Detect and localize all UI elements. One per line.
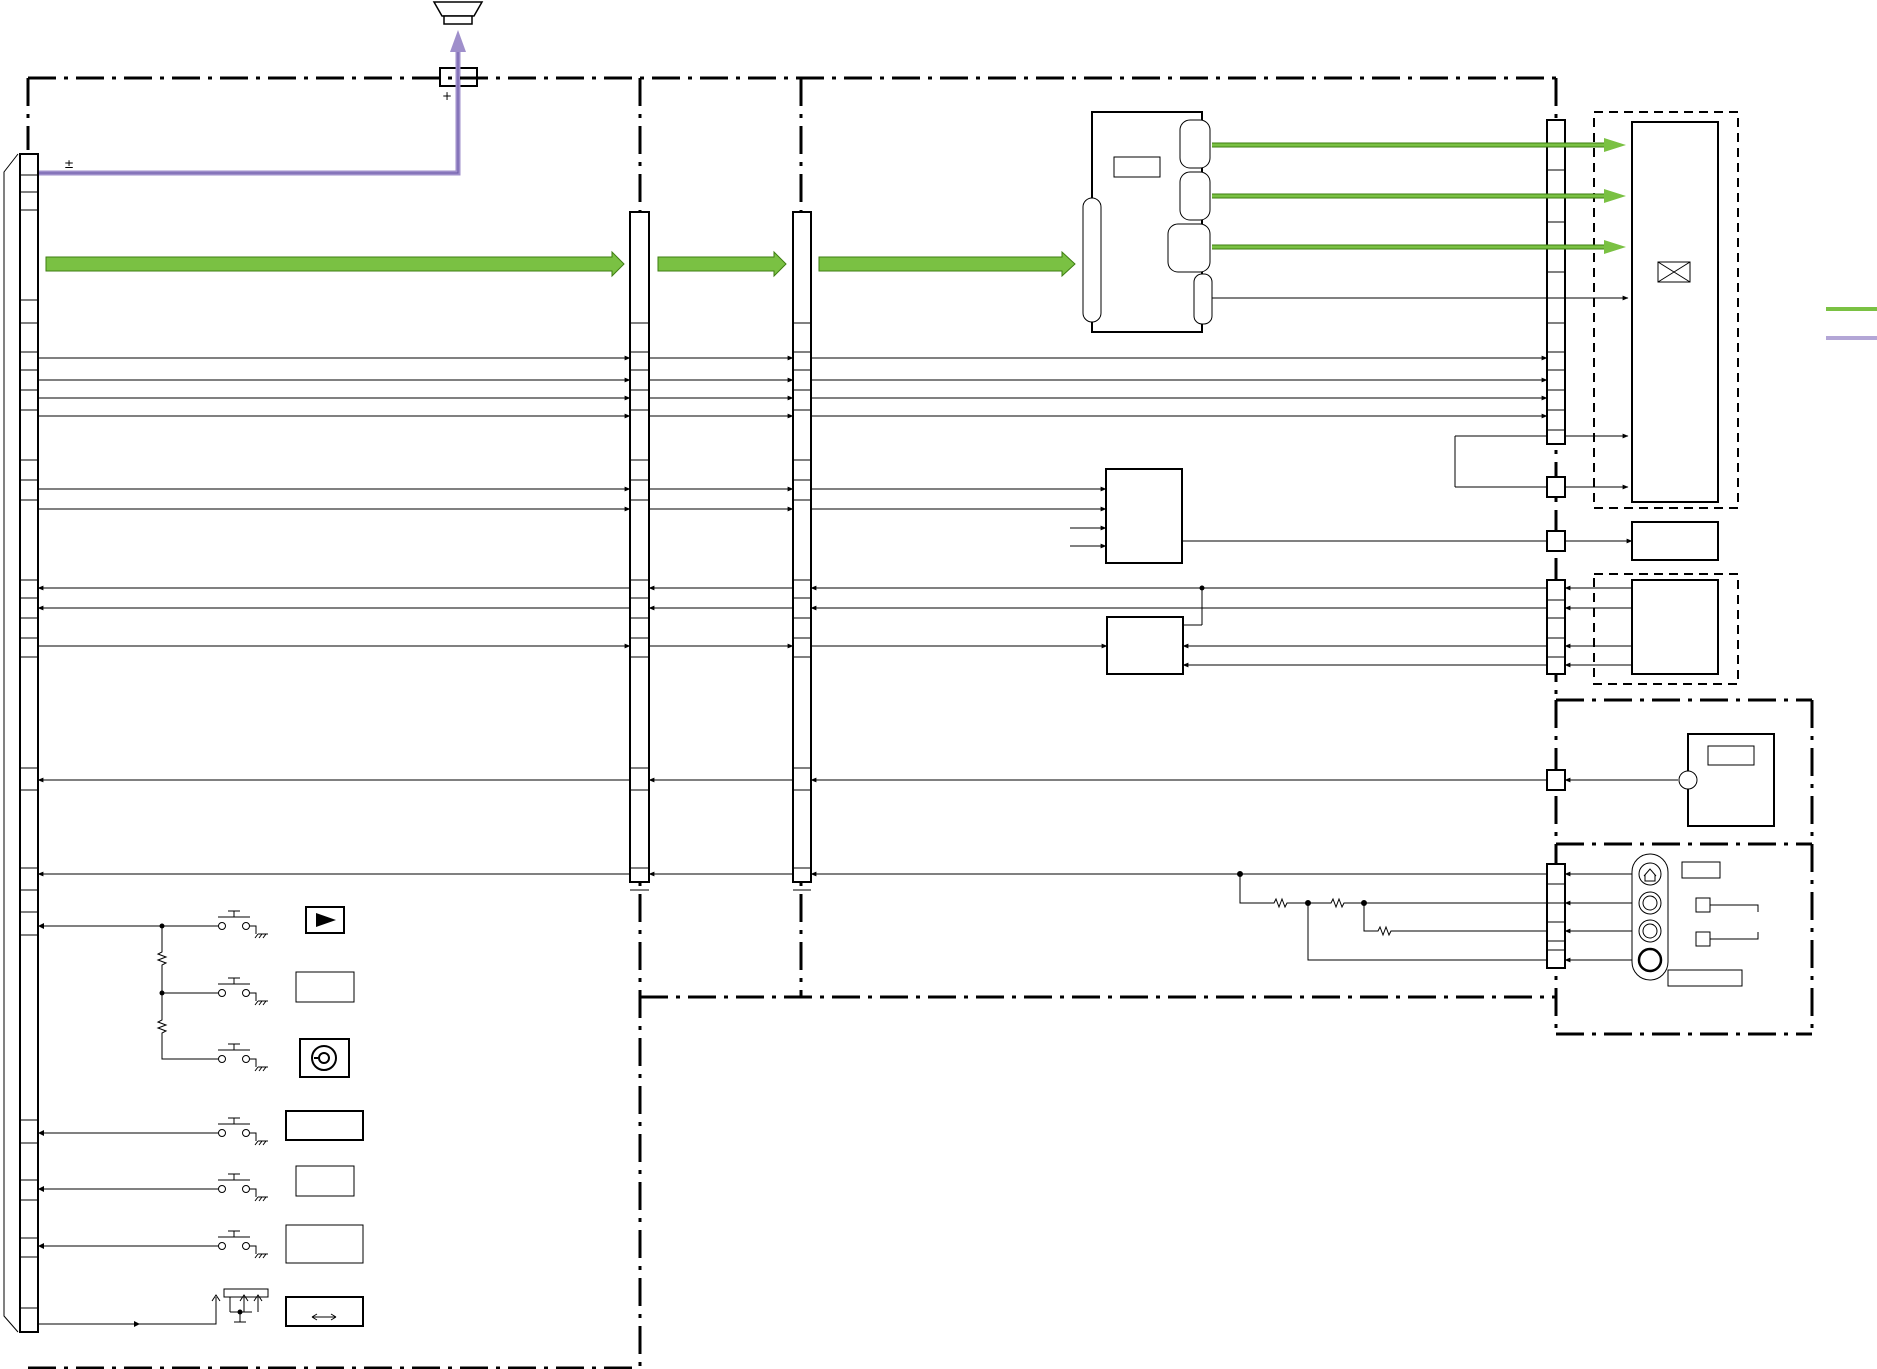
speaker-icon <box>432 1 484 25</box>
audio-plus-minus-mark: ± <box>64 157 74 171</box>
audio-line <box>38 30 466 176</box>
connector-keys <box>1546 863 1566 969</box>
key-box-6 <box>285 1224 364 1264</box>
speaker-plus-mark: + <box>442 89 452 103</box>
key-board <box>1631 853 1759 987</box>
envelope-icon <box>1657 261 1691 283</box>
ic-block-1 <box>1105 468 1183 564</box>
key-box-2 <box>295 971 355 1003</box>
ic-block-2 <box>1106 616 1184 675</box>
connector-a <box>629 211 650 883</box>
block-diagram: + ± <box>3 1 1877 1369</box>
video-processor-block <box>1082 111 1213 333</box>
sensor-board <box>1678 733 1775 827</box>
connector-touch <box>1546 579 1566 675</box>
key-box-5 <box>295 1165 355 1197</box>
lcd-panel <box>1631 121 1719 503</box>
arrows-key-box <box>285 1296 364 1327</box>
key-box-4 <box>285 1110 364 1141</box>
video-bus <box>45 250 1076 278</box>
connector-small-1 <box>1546 476 1566 498</box>
switch-group <box>38 910 269 1327</box>
capture-icon <box>311 1045 337 1071</box>
resistor-network <box>1237 871 1547 961</box>
connector-small-2 <box>1546 530 1566 552</box>
legend <box>1826 307 1877 340</box>
signal-lines <box>37 355 1678 963</box>
backlight-block <box>1631 521 1719 561</box>
connector-lcd <box>1546 119 1566 445</box>
capture-key-box <box>299 1038 350 1078</box>
touch-panel-block <box>1631 579 1719 675</box>
connector-sensor <box>1546 769 1566 791</box>
connector-b <box>792 211 812 883</box>
play-key-box <box>305 906 345 934</box>
left-main-connector <box>3 153 39 1333</box>
